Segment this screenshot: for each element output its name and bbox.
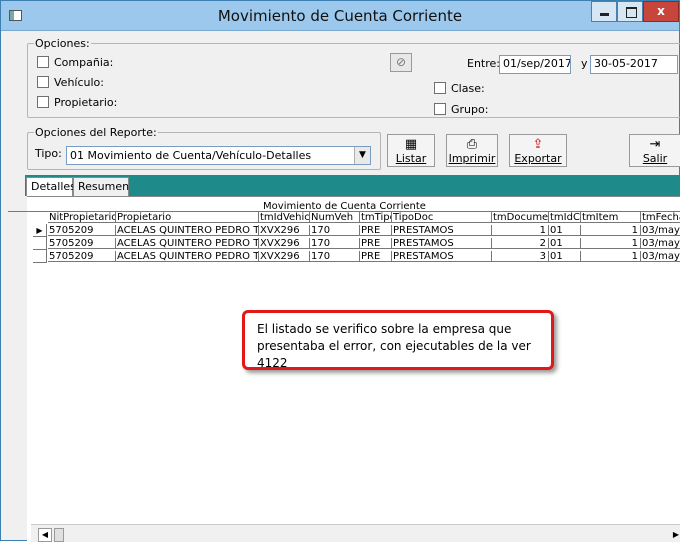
vehiculo-checkbox[interactable] [37, 76, 49, 88]
maximize-button[interactable] [617, 1, 643, 22]
date-to-input[interactable]: 30-05-2017 [590, 55, 678, 74]
minimize-button[interactable] [591, 1, 617, 22]
table-cell[interactable]: 03/may [641, 251, 680, 262]
table-cell[interactable]: XVX296 [259, 238, 310, 249]
column-header[interactable]: TipoDoc [392, 212, 492, 223]
grid-title: Movimiento de Cuenta Corriente [8, 201, 680, 212]
table-cell[interactable]: 01 [549, 225, 581, 236]
tipo-select[interactable]: 01 Movimiento de Cuenta/Vehículo-Detalle… [66, 146, 371, 165]
entre-label: Entre: [467, 57, 500, 70]
imprimir-button[interactable]: ⎙ Imprimir [446, 134, 498, 167]
tab-detalles[interactable]: Detalles [26, 177, 76, 196]
reporte-legend: Opciones del Reporte: [34, 126, 158, 139]
close-button[interactable]: x [643, 1, 679, 22]
app-window: Movimiento de Cuenta Corriente x Opcione… [0, 0, 680, 542]
imprimir-label: Imprimir [448, 152, 496, 165]
date-from-input[interactable]: 01/sep/2017 [499, 55, 571, 74]
table-cell[interactable]: PRE [360, 251, 392, 262]
clase-checkbox[interactable] [434, 82, 446, 94]
column-header[interactable]: NitPropietario [48, 212, 116, 223]
compania-option[interactable]: Compañia: [37, 56, 113, 69]
filter-button[interactable]: ⊘ [390, 53, 412, 72]
column-header[interactable]: tmDocumento [492, 212, 549, 223]
propietario-label: Propietario: [54, 96, 118, 109]
column-header[interactable]: tmTipo [360, 212, 392, 223]
chevron-down-icon[interactable]: ▼ [354, 147, 370, 164]
salir-button[interactable]: ⇥ Salir [629, 134, 680, 167]
table-cell[interactable]: ACELAS QUINTERO PEDRO TO [116, 225, 259, 236]
listar-label: Listar [395, 152, 427, 165]
column-header[interactable]: tmIdC [549, 212, 581, 223]
table-cell[interactable]: PRESTAMOS [392, 251, 492, 262]
title-bar[interactable]: Movimiento de Cuenta Corriente x [1, 1, 679, 31]
table-cell[interactable]: 5705209 [48, 238, 116, 249]
table-cell[interactable]: 5705209 [48, 225, 116, 236]
window-title: Movimiento de Cuenta Corriente [217, 7, 463, 25]
table-cell[interactable]: 03/may [641, 225, 680, 236]
table-cell[interactable]: ACELAS QUINTERO PEDRO TO [116, 251, 259, 262]
column-header[interactable]: tmItem [581, 212, 641, 223]
column-header[interactable]: NumVeh [310, 212, 360, 223]
exportar-label: Exportar [514, 152, 562, 165]
table-cell[interactable]: 170 [310, 238, 360, 249]
compania-checkbox[interactable] [37, 56, 49, 68]
table-cell[interactable]: 1 [581, 251, 641, 262]
scroll-left-icon[interactable]: ◀ [38, 528, 52, 542]
table-cell[interactable]: PRE [360, 238, 392, 249]
y-label: y [581, 57, 588, 70]
column-header[interactable]: tmIdVehiculo [259, 212, 310, 223]
tipo-select-value: 01 Movimiento de Cuenta/Vehículo-Detalle… [70, 149, 312, 162]
table-cell[interactable]: PRESTAMOS [392, 238, 492, 249]
compania-label: Compañia: [54, 56, 114, 69]
row-selector[interactable] [33, 250, 47, 263]
propietario-checkbox[interactable] [37, 96, 49, 108]
clase-label: Clase: [451, 82, 485, 95]
printer-icon: ⎙ [466, 137, 478, 152]
list-icon: ▦ [404, 137, 418, 152]
table-cell[interactable]: 1 [581, 238, 641, 249]
table-cell[interactable]: XVX296 [259, 251, 310, 262]
scrollbar-thumb[interactable] [54, 528, 64, 542]
table-cell[interactable]: 170 [310, 225, 360, 236]
exportar-button[interactable]: ⇪ Exportar [509, 134, 567, 167]
vehiculo-label: Vehículo: [54, 76, 104, 89]
export-icon: ⇪ [532, 137, 544, 152]
table-cell[interactable]: 5705209 [48, 251, 116, 262]
annotation-callout: El listado se verifico sobre la empresa … [242, 310, 554, 370]
clase-option[interactable]: Clase: [434, 82, 485, 95]
propietario-option[interactable]: Propietario: [37, 96, 117, 109]
exit-icon: ⇥ [649, 137, 661, 152]
table-cell[interactable]: 01 [549, 251, 581, 262]
column-header[interactable]: tmFecha [641, 212, 680, 223]
filter-icon: ⊘ [395, 55, 407, 69]
table-cell[interactable]: PRESTAMOS [392, 225, 492, 236]
tipo-label: Tipo: [35, 147, 62, 160]
grupo-option[interactable]: Grupo: [434, 103, 488, 116]
tab-resumen[interactable]: Resumen [73, 177, 129, 196]
column-header[interactable]: Propietario [116, 212, 259, 223]
table-cell[interactable]: XVX296 [259, 225, 310, 236]
grupo-checkbox[interactable] [434, 103, 446, 115]
row-selector[interactable] [33, 237, 47, 250]
table-cell[interactable]: 3 [492, 251, 549, 262]
scroll-right-icon[interactable]: ▶ [671, 528, 680, 542]
table-cell[interactable]: ACELAS QUINTERO PEDRO TO [116, 238, 259, 249]
table-cell[interactable]: 1 [492, 225, 549, 236]
salir-label: Salir [642, 152, 668, 165]
grupo-label: Grupo: [451, 103, 489, 116]
table-cell[interactable]: 2 [492, 238, 549, 249]
table-cell[interactable]: 1 [581, 225, 641, 236]
table-cell[interactable]: 03/may [641, 238, 680, 249]
listar-button[interactable]: ▦ Listar [387, 134, 435, 167]
table-cell[interactable]: PRE [360, 225, 392, 236]
opciones-group: Opciones: [27, 37, 680, 118]
row-selector-icon[interactable]: ▶ [33, 224, 47, 237]
horizontal-scrollbar[interactable]: ◀ ▶ [31, 524, 680, 542]
opciones-legend: Opciones: [34, 37, 91, 50]
table-cell[interactable]: 01 [549, 238, 581, 249]
vehiculo-option[interactable]: Vehículo: [37, 76, 104, 89]
table-cell[interactable]: 170 [310, 251, 360, 262]
